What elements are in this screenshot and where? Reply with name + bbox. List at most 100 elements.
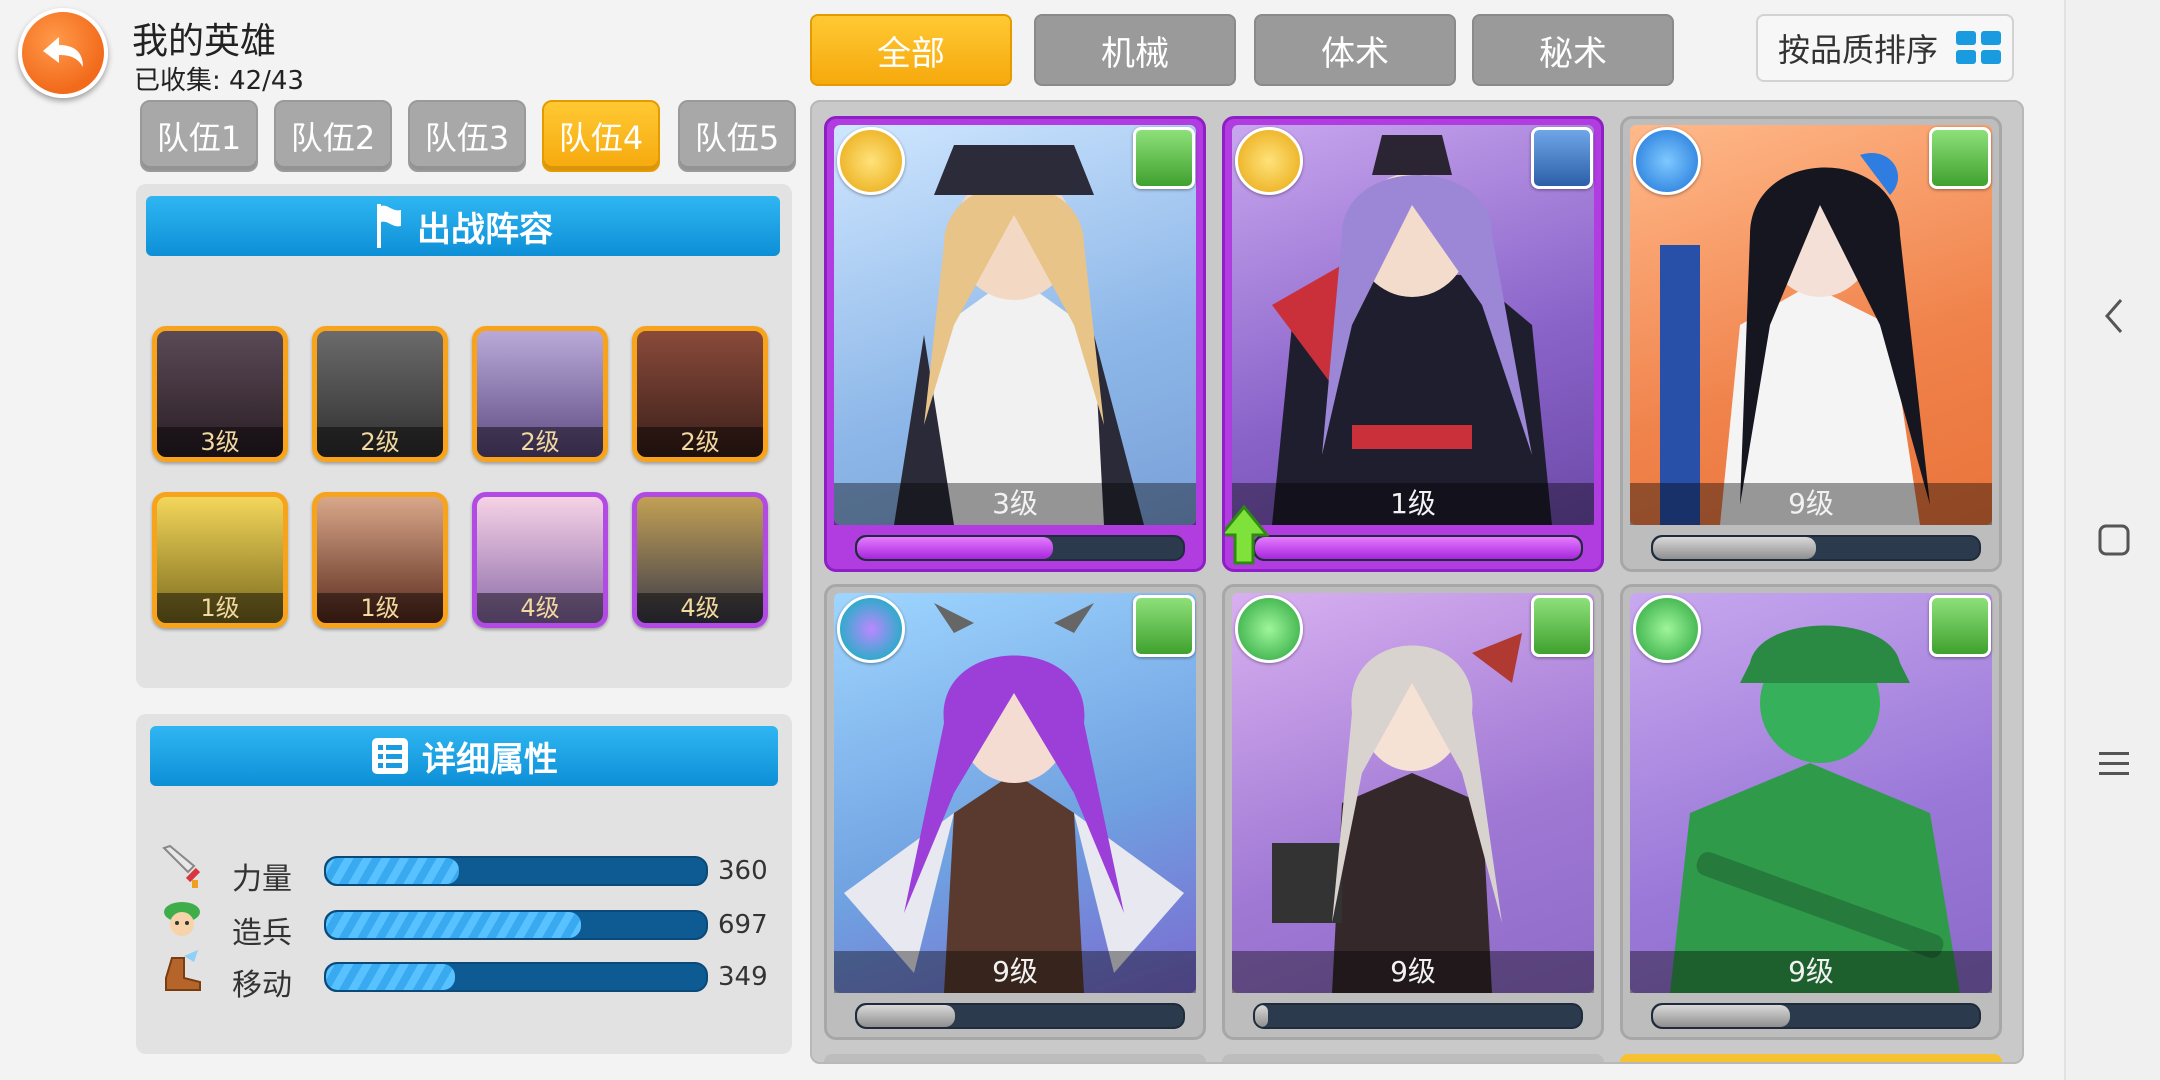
slot-level: 4级 (637, 593, 763, 623)
class-lightning-icon (1633, 595, 1701, 663)
hero-progress-bar (855, 1003, 1185, 1029)
details-banner: 详细属性 (150, 726, 778, 786)
class-arcane-icon (837, 595, 905, 663)
lineup-slot[interactable]: 2级 (472, 326, 608, 462)
tab-team-1[interactable]: 队伍1 (140, 100, 258, 172)
stat-bar-fill (326, 912, 581, 938)
stat-bar-fill (326, 858, 459, 884)
boot-icon (165, 950, 201, 991)
lineup-title: 出战阵容 (417, 209, 553, 250)
hamburger-menu-icon (2099, 752, 2129, 775)
hero-progress-fill (857, 1005, 955, 1027)
tower-unit-icon (1133, 595, 1195, 657)
stat-bar (324, 910, 708, 940)
card-unit-icon (1531, 127, 1593, 189)
filter-mechanical-button[interactable]: 机械 (1034, 14, 1236, 86)
hero-card[interactable]: 9级 (1620, 116, 2002, 572)
class-swap-icon (1633, 127, 1701, 195)
nav-back-button[interactable] (2066, 276, 2160, 356)
lineup-slot[interactable]: 2级 (312, 326, 448, 462)
nav-home-button[interactable] (2066, 500, 2160, 580)
hero-card[interactable]: 3级 (824, 116, 1206, 572)
hero-card[interactable]: 9级 (1620, 584, 2002, 1040)
slot-level: 2级 (637, 427, 763, 457)
stat-label: 力量 (232, 862, 292, 897)
system-navigation-bar (2064, 0, 2160, 1080)
hero-level: 9级 (834, 951, 1196, 993)
sort-by-quality-button[interactable]: 按品质排序 (1756, 14, 2014, 82)
class-gear-icon (1235, 127, 1303, 195)
stat-bar (324, 856, 708, 886)
hero-progress-bar (1253, 535, 1583, 561)
filter-physical-button[interactable]: 体术 (1254, 14, 1456, 86)
lineup-slot[interactable]: 3级 (152, 326, 288, 462)
hero-progress-fill (1653, 537, 1816, 559)
details-title: 详细属性 (422, 739, 558, 780)
lineup-slot[interactable]: 2级 (632, 326, 768, 462)
lineup-slot[interactable]: 4级 (632, 492, 768, 628)
stat-value: 697 (718, 910, 768, 940)
back-arrow-icon (43, 37, 83, 67)
upgrade-unit-icon (1531, 595, 1593, 657)
page-title: 我的英雄 (132, 21, 277, 62)
stat-value: 360 (718, 856, 768, 886)
lineup-slot[interactable]: 1级 (152, 492, 288, 628)
tab-team-2[interactable]: 队伍2 (274, 100, 392, 172)
hero-card-partial (1222, 1054, 1604, 1062)
lineup-slot[interactable]: 1级 (312, 492, 448, 628)
collected-count: 已收集: 42/43 (134, 66, 304, 96)
stat-row-production: 造兵 697 (158, 902, 778, 951)
hero-progress-fill (1653, 1005, 1790, 1027)
hero-level: 9级 (1232, 951, 1594, 993)
class-gear-icon (837, 127, 905, 195)
chevron-left-icon (2105, 299, 2123, 333)
hero-progress-fill (857, 537, 1053, 559)
nav-menu-button[interactable] (2066, 724, 2160, 804)
hero-card[interactable]: 9级 (1222, 584, 1604, 1040)
hero-progress-bar (1651, 1003, 1981, 1029)
stat-label: 移动 (232, 968, 292, 1003)
stat-bar (324, 962, 708, 992)
hero-card[interactable]: 9级 (824, 584, 1206, 1040)
sword-icon (162, 844, 201, 888)
flag-icon (377, 204, 401, 248)
hero-grid: 3级 1级 9级 9级 9级 9级 (810, 100, 2024, 1064)
hero-level: 1级 (1232, 483, 1594, 525)
stat-row-movement: 移动 349 (158, 950, 778, 1003)
lineup-slot[interactable]: 4级 (472, 492, 608, 628)
stat-value: 349 (718, 962, 768, 992)
stat-bar-fill (326, 964, 456, 990)
slot-level: 1级 (157, 593, 283, 623)
game-screen: 我的英雄 已收集: 42/43 队伍1 队伍2 队伍3 队伍4 队伍5 出战阵容… (0, 0, 2064, 1080)
stat-label: 造兵 (232, 916, 292, 951)
class-lightning-icon (1235, 595, 1303, 663)
hero-card-partial (824, 1054, 1206, 1062)
block-unit-icon (1929, 127, 1991, 189)
hero-card[interactable]: 1级 (1222, 116, 1604, 572)
stat-row-strength: 力量 360 (158, 844, 778, 897)
filter-all-button[interactable]: 全部 (810, 14, 1012, 86)
hero-level: 3级 (834, 483, 1196, 525)
back-button[interactable] (18, 8, 108, 98)
sort-label: 按品质排序 (1778, 31, 1939, 69)
hero-card-partial (1620, 1054, 2002, 1062)
tab-team-3[interactable]: 队伍3 (408, 100, 526, 172)
soldier-icon (164, 902, 200, 936)
hero-progress-fill (1255, 537, 1581, 559)
slot-level: 1级 (317, 593, 443, 623)
filter-arcane-button[interactable]: 秘术 (1472, 14, 1674, 86)
hero-level: 9级 (1630, 951, 1992, 993)
carousel-unit-icon (1133, 127, 1195, 189)
hero-progress-bar (1253, 1003, 1583, 1029)
hero-level: 9级 (1630, 483, 1992, 525)
hero-progress-fill (1255, 1005, 1269, 1027)
slot-level: 2级 (317, 427, 443, 457)
tab-team-5[interactable]: 队伍5 (678, 100, 796, 172)
hero-progress-bar (1651, 535, 1981, 561)
slot-level: 3级 (157, 427, 283, 457)
tab-team-4[interactable]: 队伍4 (542, 100, 660, 172)
upgrade-arrow-icon (1225, 505, 1269, 565)
list-icon (372, 738, 408, 774)
hero-progress-bar (855, 535, 1185, 561)
square-home-icon (2098, 524, 2130, 556)
